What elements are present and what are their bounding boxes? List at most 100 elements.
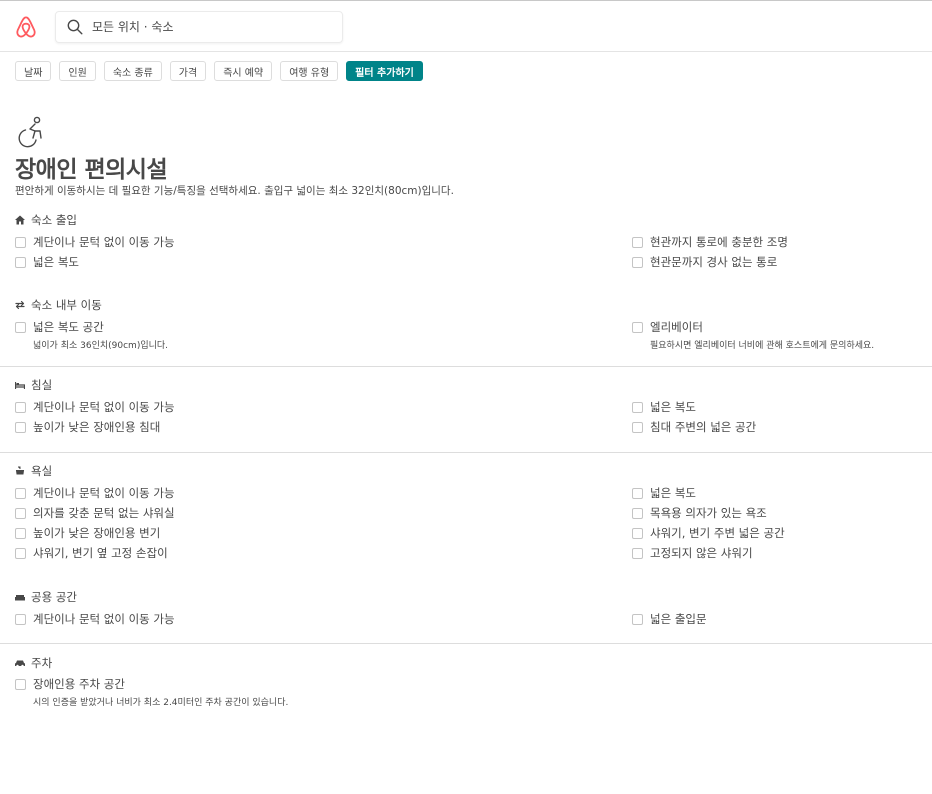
option-label: 계단이나 문턱 없이 이동 가능 bbox=[33, 486, 175, 500]
option-label: 침대 주변의 넓은 공간 bbox=[650, 420, 757, 434]
section-moving-header: 숙소 내부 이동 bbox=[15, 297, 102, 313]
option-label: 넓은 복도 공간 bbox=[33, 320, 104, 334]
option-label: 목욕용 의자가 있는 욕조 bbox=[650, 506, 767, 520]
option-bedroom-wide-hallway[interactable]: 넓은 복도 bbox=[632, 400, 696, 415]
option-tub-with-chair[interactable]: 목욕용 의자가 있는 욕조 bbox=[632, 506, 767, 521]
home-icon bbox=[15, 215, 25, 225]
option-shower-toilet-clearance[interactable]: 샤워기, 변기 주변 넓은 공간 bbox=[632, 526, 785, 541]
option-label: 의자를 갖춘 문턱 없는 샤워실 bbox=[33, 506, 175, 520]
filter-price-button[interactable]: 가격 bbox=[169, 61, 207, 81]
checkbox[interactable] bbox=[15, 422, 26, 433]
option-bathroom-step-free[interactable]: 계단이나 문턱 없이 이동 가능 bbox=[15, 486, 175, 501]
option-label: 넓은 출입문 bbox=[650, 612, 707, 626]
option-description: 필요하시면 엘리베이터 너비에 관해 호스트에게 문의하세요. bbox=[650, 341, 875, 351]
section-entrance-title: 숙소 출입 bbox=[31, 213, 77, 227]
checkbox[interactable] bbox=[15, 614, 26, 625]
checkbox[interactable] bbox=[632, 322, 643, 333]
checkbox[interactable] bbox=[15, 528, 26, 539]
checkbox[interactable] bbox=[15, 508, 26, 519]
option-wide-hallway[interactable]: 넓은 복도 bbox=[15, 255, 79, 270]
checkbox[interactable] bbox=[15, 679, 26, 690]
option-bedroom-step-free[interactable]: 계단이나 문턱 없이 이동 가능 bbox=[15, 400, 175, 415]
option-bed-clearance[interactable]: 침대 주변의 넓은 공간 bbox=[632, 420, 756, 435]
checkbox[interactable] bbox=[632, 528, 643, 539]
option-label: 넓은 복도 bbox=[33, 255, 79, 269]
filter-instant-book-button[interactable]: 즉시 예약 bbox=[214, 61, 273, 81]
checkbox[interactable] bbox=[632, 614, 643, 625]
checkbox[interactable] bbox=[15, 402, 26, 413]
section-parking-header: 주차 bbox=[15, 655, 52, 671]
option-label: 계단이나 문턱 없이 이동 가능 bbox=[33, 400, 175, 414]
section-common-header: 공용 공간 bbox=[15, 589, 77, 605]
option-roll-in-shower[interactable]: 의자를 갖춘 문턱 없는 샤워실 bbox=[15, 506, 175, 521]
option-bathroom-wide-hallway[interactable]: 넓은 복도 bbox=[632, 486, 696, 501]
option-handheld-shower[interactable]: 고정되지 않은 샤워기 bbox=[632, 546, 753, 561]
search-icon bbox=[67, 19, 83, 35]
checkbox[interactable] bbox=[632, 402, 643, 413]
section-bedroom-title: 침실 bbox=[31, 378, 53, 392]
checkbox[interactable] bbox=[632, 422, 643, 433]
option-label: 넓은 복도 bbox=[650, 486, 696, 500]
option-description: 시의 인증을 받았거나 너비가 최소 2.4미터인 주차 공간이 있습니다. bbox=[33, 698, 289, 708]
option-accessible-toilet[interactable]: 높이가 낮은 장애인용 변기 bbox=[15, 526, 160, 541]
page-description: 편안하게 이동하시는 데 필요한 기능/특징을 선택하세요. 출입구 넓이는 최… bbox=[15, 185, 454, 197]
checkbox[interactable] bbox=[15, 237, 26, 248]
divider bbox=[0, 452, 932, 453]
top-bar bbox=[0, 0, 932, 52]
search-input[interactable] bbox=[92, 20, 332, 34]
checkbox[interactable] bbox=[15, 257, 26, 268]
filter-dates-button[interactable]: 날짜 bbox=[15, 61, 52, 81]
checkbox[interactable] bbox=[632, 548, 643, 559]
checkbox[interactable] bbox=[632, 237, 643, 248]
filter-bar: 날짜 인원 숙소 종류 가격 즉시 예약 여행 유형 필터 추가하기 bbox=[15, 61, 423, 81]
checkbox[interactable] bbox=[632, 488, 643, 499]
bath-icon bbox=[15, 466, 25, 475]
option-label: 계단이나 문턱 없이 이동 가능 bbox=[33, 235, 175, 249]
section-bathroom-header: 욕실 bbox=[15, 463, 52, 479]
option-label: 샤워기, 변기 옆 고정 손잡이 bbox=[33, 546, 168, 560]
option-elevator[interactable]: 엘리베이터필요하시면 엘리베이터 너비에 관해 호스트에게 문의하세요. bbox=[632, 320, 874, 351]
airbnb-logo-icon[interactable] bbox=[15, 15, 37, 39]
option-well-lit-path[interactable]: 현관까지 통로에 충분한 조명 bbox=[632, 235, 788, 250]
checkbox[interactable] bbox=[632, 508, 643, 519]
filter-guests-button[interactable]: 인원 bbox=[59, 61, 96, 81]
filter-home-type-button[interactable]: 숙소 종류 bbox=[103, 61, 162, 81]
car-icon bbox=[15, 660, 25, 668]
option-label: 넓은 복도 bbox=[650, 400, 696, 414]
option-label: 현관문까지 경사 없는 통로 bbox=[650, 255, 778, 269]
option-accessible-bed[interactable]: 높이가 낮은 장애인용 침대 bbox=[15, 420, 160, 435]
option-label: 현관까지 통로에 충분한 조명 bbox=[650, 235, 788, 249]
section-entrance-header: 숙소 출입 bbox=[15, 212, 77, 228]
option-step-free-entrance[interactable]: 계단이나 문턱 없이 이동 가능 bbox=[15, 235, 175, 250]
checkbox[interactable] bbox=[632, 257, 643, 268]
section-bathroom-title: 욕실 bbox=[31, 464, 53, 478]
page-title: 장애인 편의시설 bbox=[15, 157, 168, 183]
option-wide-entryway[interactable]: 넓은 출입문 bbox=[632, 612, 707, 627]
checkbox[interactable] bbox=[15, 488, 26, 499]
option-label: 고정되지 않은 샤워기 bbox=[650, 546, 753, 560]
section-parking-title: 주차 bbox=[31, 656, 53, 670]
option-grab-rails[interactable]: 샤워기, 변기 옆 고정 손잡이 bbox=[15, 546, 168, 561]
search-bar[interactable] bbox=[55, 11, 343, 43]
option-label: 장애인용 주차 공간 bbox=[33, 677, 125, 691]
sofa-icon bbox=[15, 595, 25, 601]
swap-arrows-icon bbox=[15, 300, 25, 310]
more-filters-button[interactable]: 필터 추가하기 bbox=[346, 61, 423, 81]
option-label: 높이가 낮은 장애인용 변기 bbox=[33, 526, 161, 540]
option-label: 계단이나 문턱 없이 이동 가능 bbox=[33, 612, 175, 626]
option-flat-path[interactable]: 현관문까지 경사 없는 통로 bbox=[632, 255, 777, 270]
option-wide-clearance[interactable]: 넓은 복도 공간넓이가 최소 36인치(90cm)입니다. bbox=[15, 320, 168, 351]
section-common-title: 공용 공간 bbox=[31, 590, 77, 604]
option-common-step-free[interactable]: 계단이나 문턱 없이 이동 가능 bbox=[15, 612, 175, 627]
bed-icon bbox=[15, 382, 25, 389]
section-moving-title: 숙소 내부 이동 bbox=[31, 298, 102, 312]
divider bbox=[0, 366, 932, 367]
option-label: 엘리베이터 bbox=[650, 320, 703, 334]
option-description: 넓이가 최소 36인치(90cm)입니다. bbox=[33, 341, 169, 351]
section-bedroom-header: 침실 bbox=[15, 377, 52, 393]
wheelchair-icon bbox=[18, 116, 42, 148]
checkbox[interactable] bbox=[15, 548, 26, 559]
checkbox[interactable] bbox=[15, 322, 26, 333]
filter-trip-type-button[interactable]: 여행 유형 bbox=[280, 61, 339, 81]
option-accessible-parking[interactable]: 장애인용 주차 공간시의 인증을 받았거나 너비가 최소 2.4미터인 주차 공… bbox=[15, 677, 288, 708]
